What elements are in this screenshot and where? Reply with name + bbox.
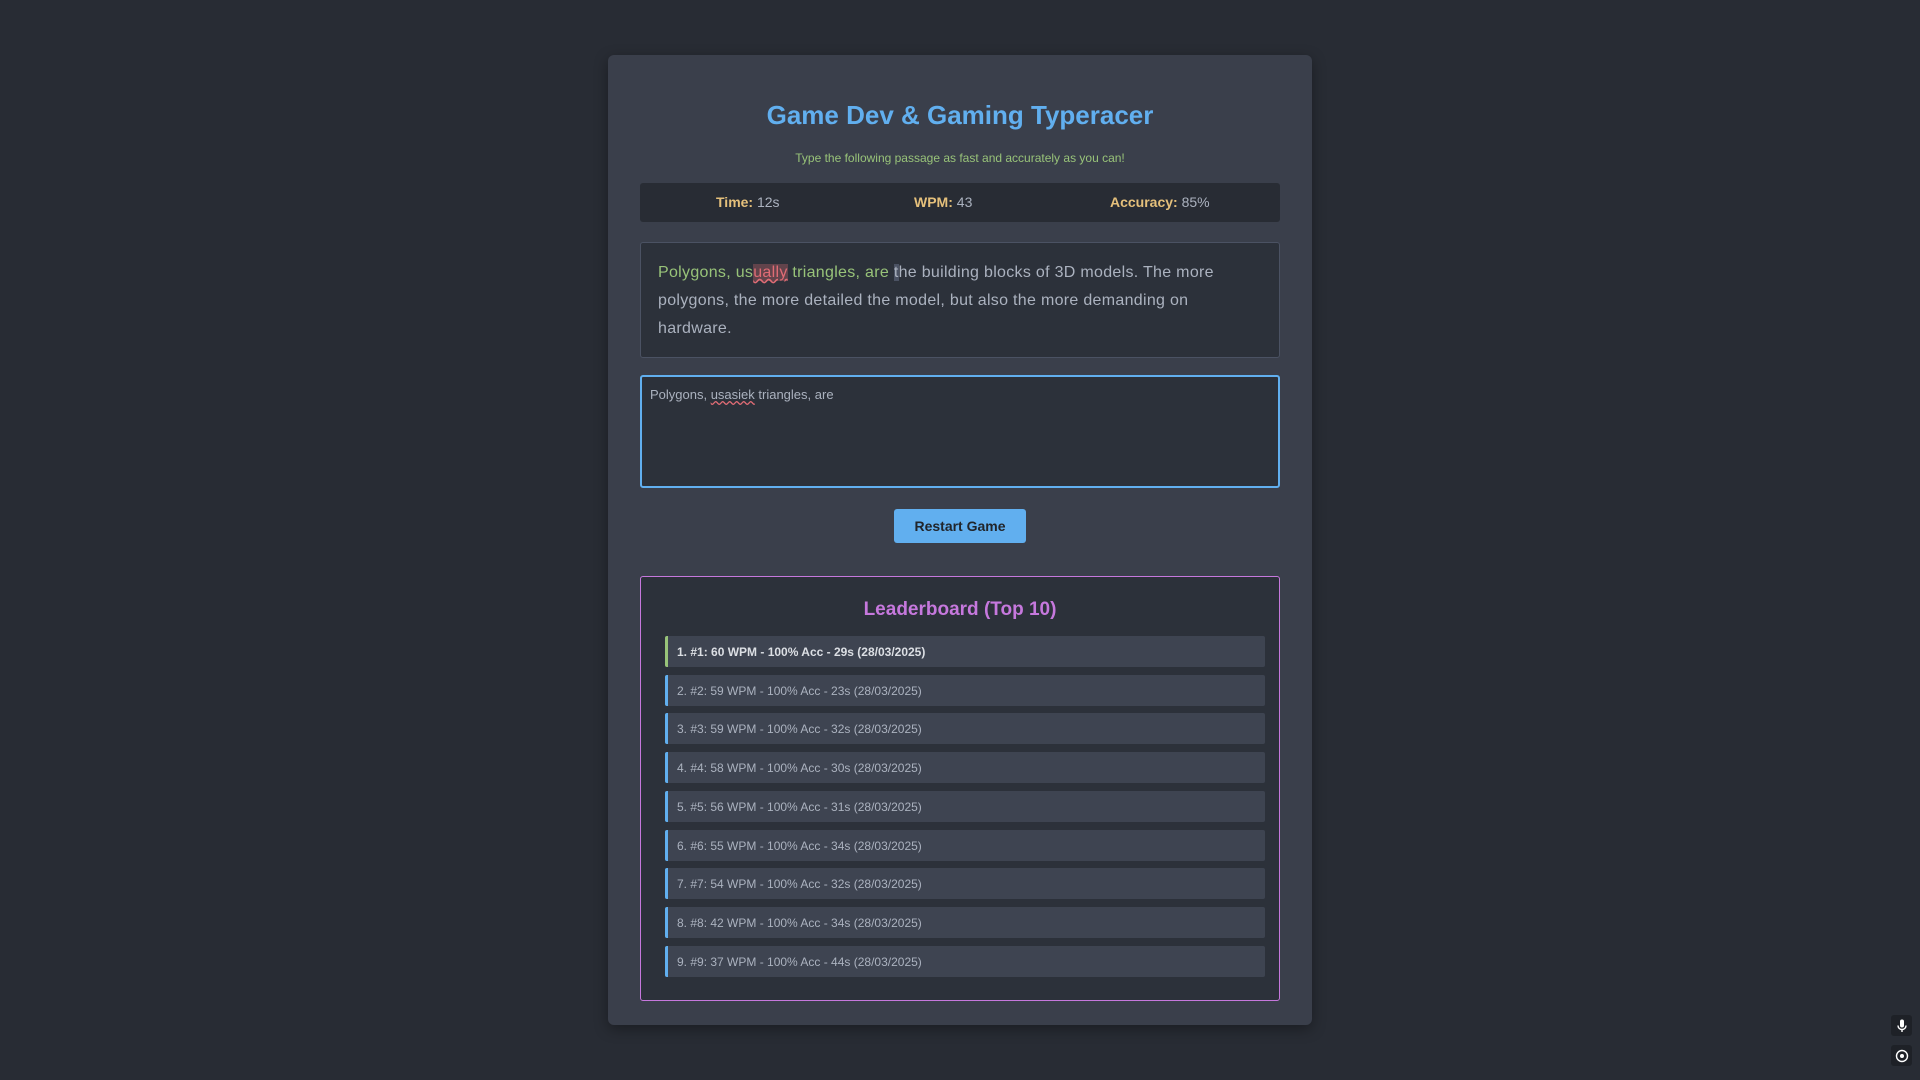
target-icon — [1895, 1049, 1908, 1062]
settings-button[interactable] — [1891, 1045, 1912, 1066]
passage-text: Polygons, usually triangles, are the bui… — [640, 242, 1280, 358]
typing-input[interactable]: Polygons, usasiek triangles, are — [640, 375, 1280, 488]
leaderboard: Leaderboard (Top 10) 1. #1: 60 WPM - 100… — [640, 576, 1280, 1001]
leaderboard-entry: 1. #1: 60 WPM - 100% Acc - 29s (28/03/20… — [665, 636, 1265, 667]
stats-bar: Time: 12s WPM: 43 Accuracy: 85% — [640, 183, 1280, 222]
microphone-button[interactable] — [1891, 1015, 1912, 1036]
typed-correct-text: triangles, are — [787, 264, 894, 281]
typed-error-text: ually — [753, 264, 788, 281]
accuracy-stat: Accuracy: 85% — [1110, 194, 1210, 210]
time-label: Time: — [716, 194, 754, 210]
wpm-stat: WPM: 43 — [914, 194, 972, 210]
restart-game-button[interactable]: Restart Game — [894, 509, 1026, 543]
microphone-icon — [1896, 1019, 1907, 1032]
wpm-label: WPM: — [914, 194, 953, 210]
time-value: 12s — [756, 194, 780, 210]
instructions: Type the following passage as fast and a… — [795, 151, 1125, 165]
leaderboard-entry: 4. #4: 58 WPM - 100% Acc - 30s (28/03/20… — [665, 752, 1265, 783]
misspelled-word: usasiek — [710, 387, 755, 402]
accuracy-value: 85% — [1181, 194, 1210, 210]
accuracy-label: Accuracy: — [1110, 194, 1178, 210]
leaderboard-entry: 2. #2: 59 WPM - 100% Acc - 23s (28/03/20… — [665, 675, 1265, 706]
input-text: Polygons, — [650, 387, 711, 402]
wpm-value: 43 — [956, 194, 973, 210]
leaderboard-entry: 9. #9: 37 WPM - 100% Acc - 44s (28/03/20… — [665, 946, 1265, 977]
time-stat: Time: 12s — [716, 194, 780, 210]
leaderboard-entry: 5. #5: 56 WPM - 100% Acc - 31s (28/03/20… — [665, 791, 1265, 822]
leaderboard-entry: 6. #6: 55 WPM - 100% Acc - 34s (28/03/20… — [665, 830, 1265, 861]
input-text: triangles, are — [754, 387, 834, 402]
typed-correct-text: Polygons, us — [658, 264, 754, 281]
leaderboard-entry: 3. #3: 59 WPM - 100% Acc - 32s (28/03/20… — [665, 713, 1265, 744]
leaderboard-entry: 8. #8: 42 WPM - 100% Acc - 34s (28/03/20… — [665, 907, 1265, 938]
leaderboard-title: Leaderboard (Top 10) — [863, 599, 1057, 620]
page-title: Game Dev & Gaming Typeracer — [766, 100, 1154, 130]
leaderboard-entry: 7. #7: 54 WPM - 100% Acc - 32s (28/03/20… — [665, 868, 1265, 899]
